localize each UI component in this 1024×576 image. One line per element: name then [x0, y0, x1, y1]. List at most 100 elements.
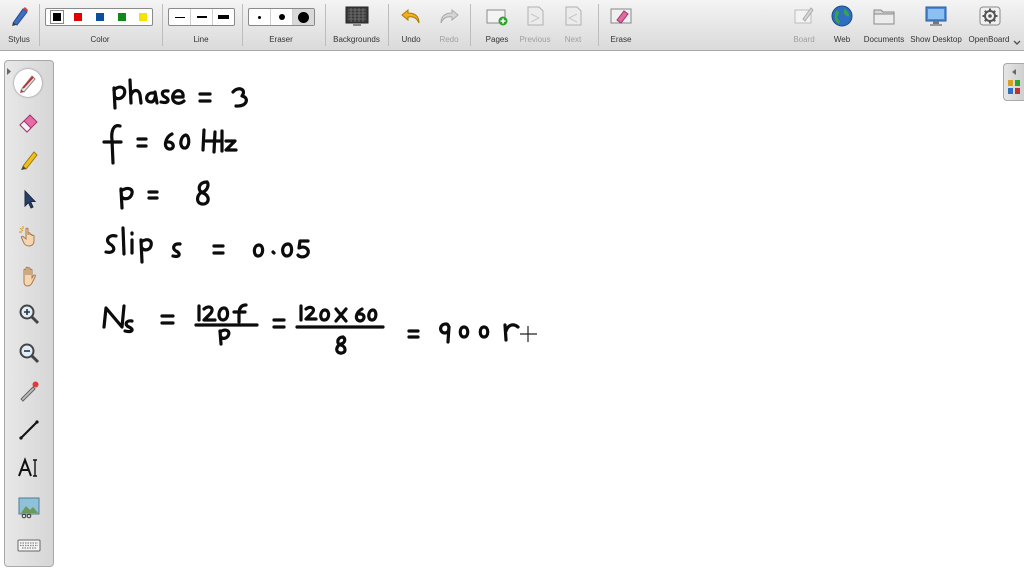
pages-button[interactable]: Pages [478, 0, 516, 50]
line-thin-button[interactable] [169, 9, 191, 25]
redo-icon [440, 8, 459, 24]
zoom-out-tool-button[interactable] [15, 339, 43, 367]
backgrounds-icon [345, 6, 369, 26]
highlighter-tool-button[interactable] [15, 146, 43, 174]
previous-label: Previous [519, 35, 551, 44]
ink-slip-s-equals-0-05 [104, 226, 310, 264]
laser-pointer-tool-button[interactable] [15, 377, 43, 405]
line-width-selector [168, 8, 235, 26]
stylus-button[interactable]: Stylus [2, 0, 36, 50]
openboard-menu-button[interactable]: OpenBoard [966, 0, 1012, 50]
undo-label: Undo [401, 35, 421, 44]
laser-pointer-icon [20, 381, 39, 402]
erase-button[interactable]: Erase [604, 0, 638, 50]
pages-label: Pages [485, 35, 509, 44]
stylus-label: Stylus [8, 35, 30, 44]
add-page-icon [486, 9, 508, 26]
color-swatch-red[interactable] [74, 13, 82, 21]
web-button[interactable]: Web [826, 0, 858, 50]
documents-button[interactable]: Documents [861, 0, 907, 50]
eraser-large-button[interactable] [293, 9, 314, 25]
undo-icon [401, 8, 420, 24]
redo-button[interactable]: Redo [432, 0, 466, 50]
folder-icon [873, 9, 895, 25]
toolbar-separator [242, 4, 243, 46]
interact-tool-button[interactable] [15, 223, 43, 251]
previous-page-icon [527, 6, 544, 26]
color-swatch-black[interactable] [50, 10, 64, 24]
show-desktop-label: Show Desktop [910, 35, 962, 44]
pen-tool-button[interactable] [14, 69, 42, 97]
erase-board-icon [610, 8, 632, 24]
capture-icon [18, 497, 40, 519]
eraser-small-button[interactable] [249, 9, 271, 25]
keyboard-icon [17, 539, 41, 552]
color-group: Color [44, 0, 156, 50]
undo-button[interactable]: Undo [394, 0, 428, 50]
toolbar-separator [598, 4, 599, 46]
eraser-icon [19, 114, 38, 133]
capture-tool-button[interactable] [15, 493, 43, 521]
redo-label: Redo [439, 35, 459, 44]
color-swatch-green[interactable] [118, 13, 126, 21]
toolbar-separator [162, 4, 163, 46]
selector-tool-button[interactable] [15, 185, 43, 213]
openboard-label: OpenBoard [968, 35, 1010, 44]
show-desktop-button[interactable]: Show Desktop [908, 0, 964, 50]
line-tool-button[interactable] [15, 416, 43, 444]
keyboard-tool-button[interactable] [15, 531, 43, 559]
globe-icon [831, 5, 853, 27]
next-page-icon [565, 6, 582, 26]
line-thick-button[interactable] [213, 9, 234, 25]
line-group: Line [166, 0, 236, 50]
erase-label: Erase [610, 35, 632, 44]
highlighter-icon [21, 151, 38, 170]
chevron-left-icon [1012, 69, 1016, 75]
thin-line-icon [174, 16, 185, 18]
toolbar-separator [39, 4, 40, 46]
line-label: Line [193, 35, 209, 44]
eraser-tool-button[interactable] [15, 108, 43, 136]
next-button[interactable]: Next [554, 0, 592, 50]
medium-dot-icon [278, 14, 285, 20]
interact-hand-icon [19, 226, 35, 247]
thick-line-icon [218, 15, 229, 19]
toolbar-separator [470, 4, 471, 46]
chevron-right-icon [7, 68, 11, 75]
zoom-in-icon [19, 304, 40, 325]
pen-icon [20, 75, 36, 93]
color-swatch-yellow[interactable] [139, 13, 147, 21]
library-panel-handle[interactable] [1003, 63, 1024, 101]
previous-button[interactable]: Previous [516, 0, 554, 50]
ink-phase-equals-3 [112, 78, 248, 110]
documents-label: Documents [863, 35, 905, 44]
small-dot-icon [258, 15, 261, 19]
text-icon [18, 457, 37, 477]
board-icon [794, 7, 814, 24]
handwritten-ink [102, 78, 537, 355]
next-label: Next [564, 35, 582, 44]
board-button[interactable]: Board [788, 0, 820, 50]
gear-icon [979, 6, 1001, 26]
color-palette [45, 8, 153, 26]
eraser-medium-button[interactable] [271, 9, 293, 25]
backgrounds-label: Backgrounds [333, 35, 380, 44]
text-tool-button[interactable] [15, 454, 43, 482]
large-dot-icon [298, 11, 309, 23]
toolbar-separator [388, 4, 389, 46]
backgrounds-button[interactable]: Backgrounds [329, 0, 384, 50]
chevron-down-icon[interactable] [1013, 40, 1021, 46]
whiteboard-canvas[interactable]: phase = 3 f = 60 Hz P = 8 slip s = 0.05 … [60, 55, 1000, 570]
zoom-in-tool-button[interactable] [15, 300, 43, 328]
pan-hand-icon [23, 266, 36, 287]
ink-ns-formula [102, 303, 520, 355]
tool-sidebar [4, 60, 54, 567]
line-medium-button[interactable] [191, 9, 213, 25]
zoom-out-icon [19, 343, 40, 364]
monitor-icon [925, 6, 947, 26]
color-swatch-blue[interactable] [96, 13, 104, 21]
pan-tool-button[interactable] [15, 262, 43, 290]
line-icon [19, 420, 39, 440]
sidebar-collapse-handle[interactable] [4, 62, 14, 92]
medium-line-icon [196, 16, 207, 18]
